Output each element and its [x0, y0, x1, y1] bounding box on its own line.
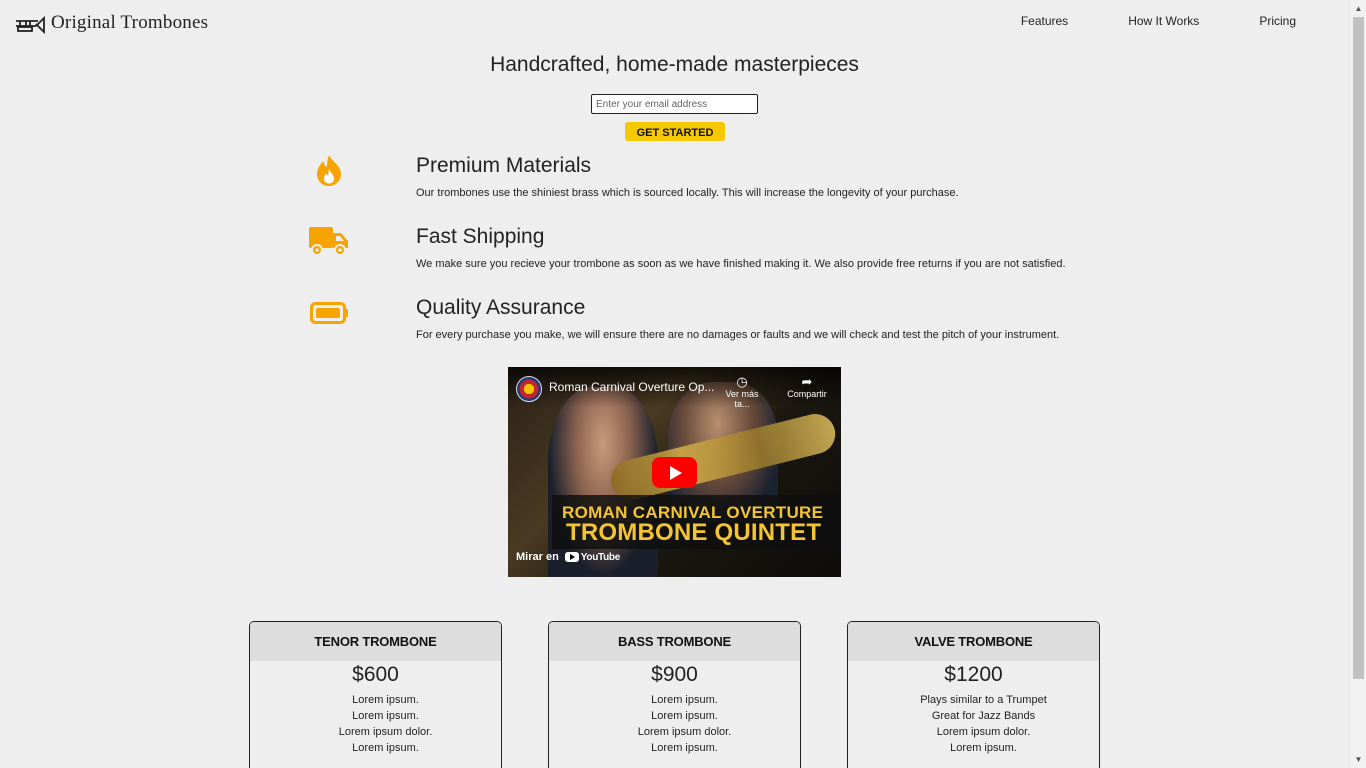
pricing-card-valve: VALVE TROMBONE $1200 Plays similar to a … [847, 621, 1100, 768]
youtube-logo: YouTube [564, 551, 621, 563]
pricing-card-price: $600 [352, 663, 399, 686]
fire-icon [317, 155, 341, 186]
share-label: Compartir [787, 389, 827, 399]
video-banner: ROMAN CARNIVAL OVERTURE TROMBONE QUINTET [552, 495, 841, 549]
watch-on-label: Mirar en [516, 551, 559, 563]
pricing-feature: Lorem ipsum dolor. [936, 726, 1031, 738]
site-header: Original Trombones Features How It Works… [0, 0, 1349, 46]
pricing-feature-list: Plays similar to a Trumpet Great for Jaz… [848, 692, 1099, 756]
pricing-feature: Lorem ipsum. [352, 710, 419, 722]
email-input[interactable] [591, 94, 758, 114]
page-scrollbar[interactable]: ▲ ▼ [1349, 0, 1366, 768]
share-button[interactable]: ➦ Compartir [784, 374, 830, 400]
pricing-feature: Lorem ipsum dolor. [338, 726, 433, 738]
main-nav: Features How It Works Pricing [961, 14, 1296, 28]
pricing-card-bass: BASS TROMBONE $900 Lorem ipsum. Lorem ip… [548, 621, 801, 768]
scroll-down-arrow-icon[interactable]: ▼ [1350, 751, 1366, 768]
pricing-feature-list: Lorem ipsum. Lorem ipsum. Lorem ipsum do… [549, 692, 800, 756]
pricing-card-title: VALVE TROMBONE [848, 622, 1099, 661]
feature-title: Quality Assurance [416, 296, 586, 319]
channel-avatar[interactable] [516, 376, 542, 402]
nav-features[interactable]: Features [1021, 14, 1068, 28]
nav-pricing[interactable]: Pricing [1259, 14, 1296, 28]
trombone-icon [16, 15, 45, 34]
pricing-feature: Lorem ipsum. [651, 710, 718, 722]
scrollbar-thumb[interactable] [1353, 17, 1364, 679]
pricing-feature: Lorem ipsum. [950, 742, 1017, 754]
pricing-card-title: TENOR TROMBONE [250, 622, 501, 661]
pricing-card-price: $900 [651, 663, 698, 686]
play-button[interactable] [652, 457, 697, 488]
pricing-feature: Plays similar to a Trumpet [920, 694, 1047, 706]
hero-title: Handcrafted, home-made masterpieces [490, 53, 859, 76]
pricing-card-tenor: TENOR TROMBONE $600 Lorem ipsum. Lorem i… [249, 621, 502, 768]
nav-how-it-works[interactable]: How It Works [1128, 14, 1199, 28]
banner-subtitle: TROMBONE QUINTET [566, 519, 822, 546]
feature-title: Premium Materials [416, 154, 592, 177]
get-started-button[interactable]: GET STARTED [625, 122, 725, 141]
video-player[interactable]: Roman Carnival Overture Op... ◷ Ver más … [508, 367, 841, 577]
youtube-play-icon [564, 552, 579, 562]
share-icon: ➦ [801, 374, 813, 389]
pricing-feature-list: Lorem ipsum. Lorem ipsum. Lorem ipsum do… [250, 692, 501, 756]
feature-description: Our trombones use the shiniest brass whi… [416, 187, 959, 199]
pricing-card-title: BASS TROMBONE [549, 622, 800, 661]
logo[interactable]: Original Trombones [14, 12, 208, 34]
pricing-feature: Lorem ipsum. [352, 742, 419, 754]
pricing-feature: Lorem ipsum. [651, 694, 718, 706]
video-title[interactable]: Roman Carnival Overture Op... [549, 380, 714, 394]
watch-later-label: Ver más ta... [725, 389, 759, 409]
pricing-feature: Great for Jazz Bands [931, 710, 1036, 722]
feature-description: For every purchase you make, we will ens… [416, 329, 1060, 341]
watch-later-button[interactable]: ◷ Ver más ta... [718, 374, 766, 410]
clock-icon: ◷ [736, 374, 748, 389]
pricing-card-price: $1200 [944, 663, 1003, 686]
feature-description: We make sure you recieve your trombone a… [416, 258, 1066, 270]
battery-icon [310, 302, 348, 324]
feature-title: Fast Shipping [416, 225, 545, 248]
pricing-feature: Lorem ipsum. [651, 742, 718, 754]
youtube-wordmark: YouTube [580, 551, 621, 563]
truck-icon [309, 227, 348, 256]
watch-on-youtube-link[interactable]: Mirar en YouTube [516, 551, 620, 563]
scroll-up-arrow-icon[interactable]: ▲ [1350, 0, 1366, 17]
pricing-feature: Lorem ipsum. [352, 694, 419, 706]
brand-name: Original Trombones [51, 12, 209, 33]
pricing-feature: Lorem ipsum dolor. [637, 726, 732, 738]
